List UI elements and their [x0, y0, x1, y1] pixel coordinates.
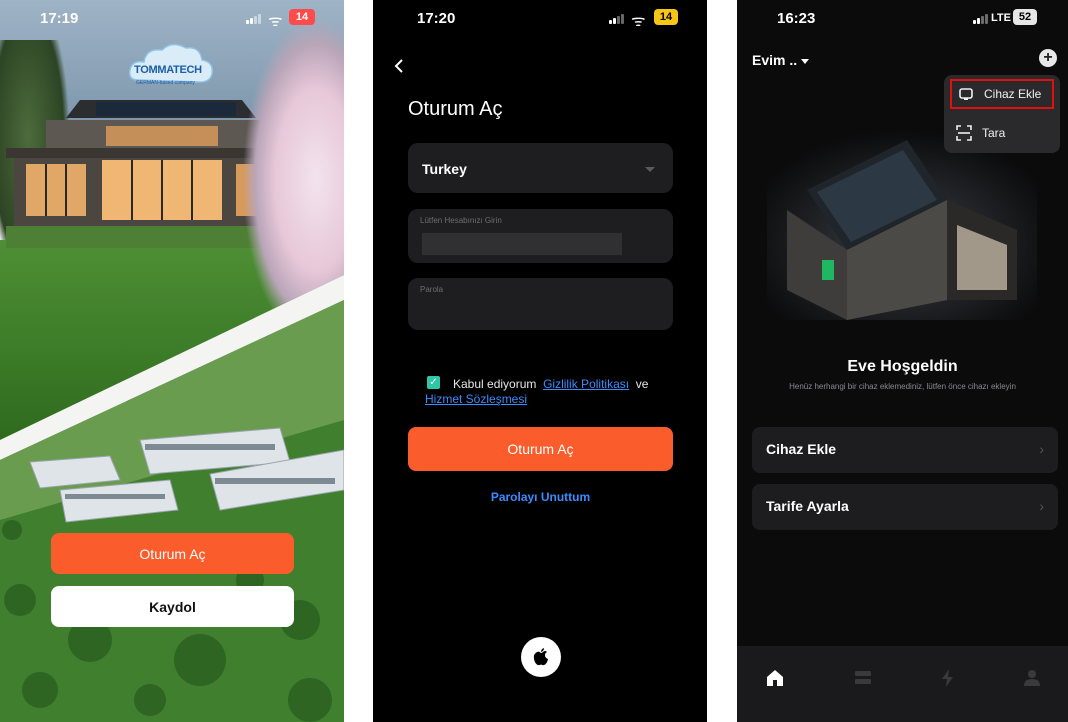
brand-tagline: GERMAN-based company [136, 80, 195, 86]
page-title: Oturum Aç [408, 98, 503, 120]
plus-icon: + [1043, 49, 1053, 66]
status-bar: 17:19 ᯤ 14 [0, 0, 344, 40]
password-input[interactable]: Parola [408, 278, 673, 330]
welcome-subtitle: Henüz herhangi bir cihaz eklemediniz, lü… [789, 382, 1016, 391]
set-tariff-row[interactable]: Tarife Ayarla › [752, 484, 1058, 530]
house-3d-illustration [767, 130, 1037, 320]
register-button[interactable]: Kaydol [51, 586, 294, 627]
scan-icon [956, 125, 972, 141]
status-time: 17:19 [40, 10, 79, 27]
brand-name: TOMMATECH [134, 64, 202, 76]
status-bar: 16:23 LTE 52 [737, 0, 1068, 40]
apple-login-button[interactable] [521, 637, 561, 677]
battery-indicator: 14 [654, 9, 678, 25]
bottom-tab-bar [737, 646, 1068, 722]
chevron-right-icon: › [1039, 498, 1044, 514]
home-screen: 16:23 LTE 52 Evim .. + Cihaz Ekle Tara E… [737, 0, 1068, 722]
device-icon [959, 88, 973, 100]
back-button[interactable] [393, 56, 405, 79]
battery-indicator: 52 [1013, 9, 1037, 25]
login-submit-button[interactable]: Oturum Aç [408, 427, 673, 471]
account-placeholder: Lütfen Hesabınızı Girin [420, 216, 502, 225]
status-time: 17:20 [417, 10, 456, 27]
devices-icon[interactable] [851, 666, 875, 690]
country-value: Turkey [422, 161, 467, 177]
signal-icon [609, 14, 627, 24]
privacy-policy-link[interactable]: Gizlilik Politikası [543, 377, 629, 391]
forgot-password-link[interactable]: Parolayı Unuttum [408, 490, 673, 504]
signal-icon [973, 14, 991, 24]
network-type: LTE [991, 12, 1011, 24]
account-value-redacted [422, 233, 622, 255]
chevron-right-icon: › [1039, 441, 1044, 457]
welcome-title: Eve Hoşgeldin [847, 358, 958, 375]
chevron-down-icon [645, 167, 655, 172]
country-select[interactable]: Turkey [408, 143, 673, 193]
battery-indicator: 14 [289, 9, 315, 25]
wifi-icon: ᯤ [631, 13, 646, 30]
menu-scan[interactable]: Tara [950, 118, 1054, 148]
password-placeholder: Parola [420, 285, 444, 294]
login-button[interactable]: Oturum Aç [51, 533, 294, 574]
add-menu-dropdown: Cihaz Ekle Tara [944, 75, 1060, 153]
profile-icon[interactable] [1020, 666, 1044, 690]
status-bar: 17:20 ᯤ 14 [373, 0, 707, 40]
home-icon[interactable] [763, 666, 787, 690]
chevron-down-icon [801, 58, 810, 64]
energy-icon[interactable] [936, 666, 960, 690]
home-selector[interactable]: Evim .. [752, 52, 810, 68]
signal-icon [246, 14, 264, 24]
chevron-left-icon [394, 59, 403, 73]
welcome-screen: 17:19 ᯤ 14 TOMMATECH GERMAN-based compan… [0, 0, 344, 722]
add-device-row[interactable]: Cihaz Ekle › [752, 427, 1058, 473]
status-time: 16:23 [777, 10, 816, 27]
terms-link[interactable]: Hizmet Sözleşmesi [425, 392, 527, 406]
login-screen: 17:20 ᯤ 14 Oturum Aç Turkey Lütfen Hesab… [373, 0, 707, 722]
wifi-icon: ᯤ [268, 13, 283, 30]
account-input[interactable]: Lütfen Hesabınızı Girin [408, 209, 673, 263]
add-button[interactable]: + [1039, 49, 1057, 67]
menu-add-device[interactable]: Cihaz Ekle [950, 79, 1054, 109]
apple-icon [533, 648, 548, 666]
agreement-text: Kabul ediyorum Gizlilik Politikası ve Hi… [425, 377, 649, 406]
